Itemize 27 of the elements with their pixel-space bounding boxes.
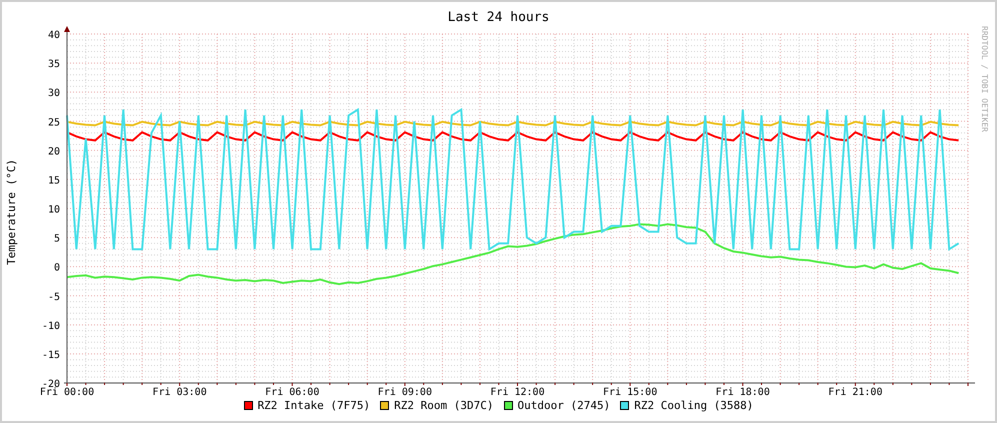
- axis-tick-label: Fri 21:00: [828, 387, 882, 398]
- axis-tick-label: 15: [48, 175, 60, 186]
- chart-title: Last 24 hours: [448, 11, 550, 24]
- legend-label: RZ2 Cooling (3588): [634, 400, 754, 411]
- axis-tick-label: 25: [48, 117, 60, 128]
- axis-tick-label: 30: [48, 88, 60, 100]
- axis-tick-label: -15: [42, 350, 60, 361]
- legend-label: RZ2 Intake (7F75): [258, 400, 370, 411]
- axis-tick-label: 10: [48, 204, 60, 216]
- axis-tick-label: -5: [48, 292, 60, 303]
- axis-tick-label: 20: [48, 146, 60, 158]
- axis-tick-label: Fri 00:00: [40, 387, 94, 398]
- axis-tick-label: 5: [54, 234, 60, 245]
- axis-tick-label: Fri 15:00: [603, 387, 658, 398]
- axis-tick-label: Fri 06:00: [265, 387, 320, 398]
- axis-tick-label: 40: [48, 30, 60, 41]
- y-axis-title: Temperature (°C): [6, 158, 16, 264]
- axis-tick-label: Fri 18:00: [716, 387, 770, 398]
- credit-text: RRDTOOL / TOBI OETIKER: [980, 26, 988, 134]
- axis-tick-label: Fri 09:00: [378, 387, 432, 398]
- legend-label: Outdoor (2745): [518, 400, 610, 411]
- axis-tick-label: Fri 03:00: [152, 387, 207, 398]
- axis-tick-label: -10: [42, 320, 60, 332]
- axis-tick-label: 0: [54, 262, 60, 274]
- legend-label: RZ2 Room (3D7C): [394, 400, 494, 411]
- axis-tick-label: 35: [48, 59, 60, 70]
- axis-tick-label: Fri 12:00: [490, 387, 545, 398]
